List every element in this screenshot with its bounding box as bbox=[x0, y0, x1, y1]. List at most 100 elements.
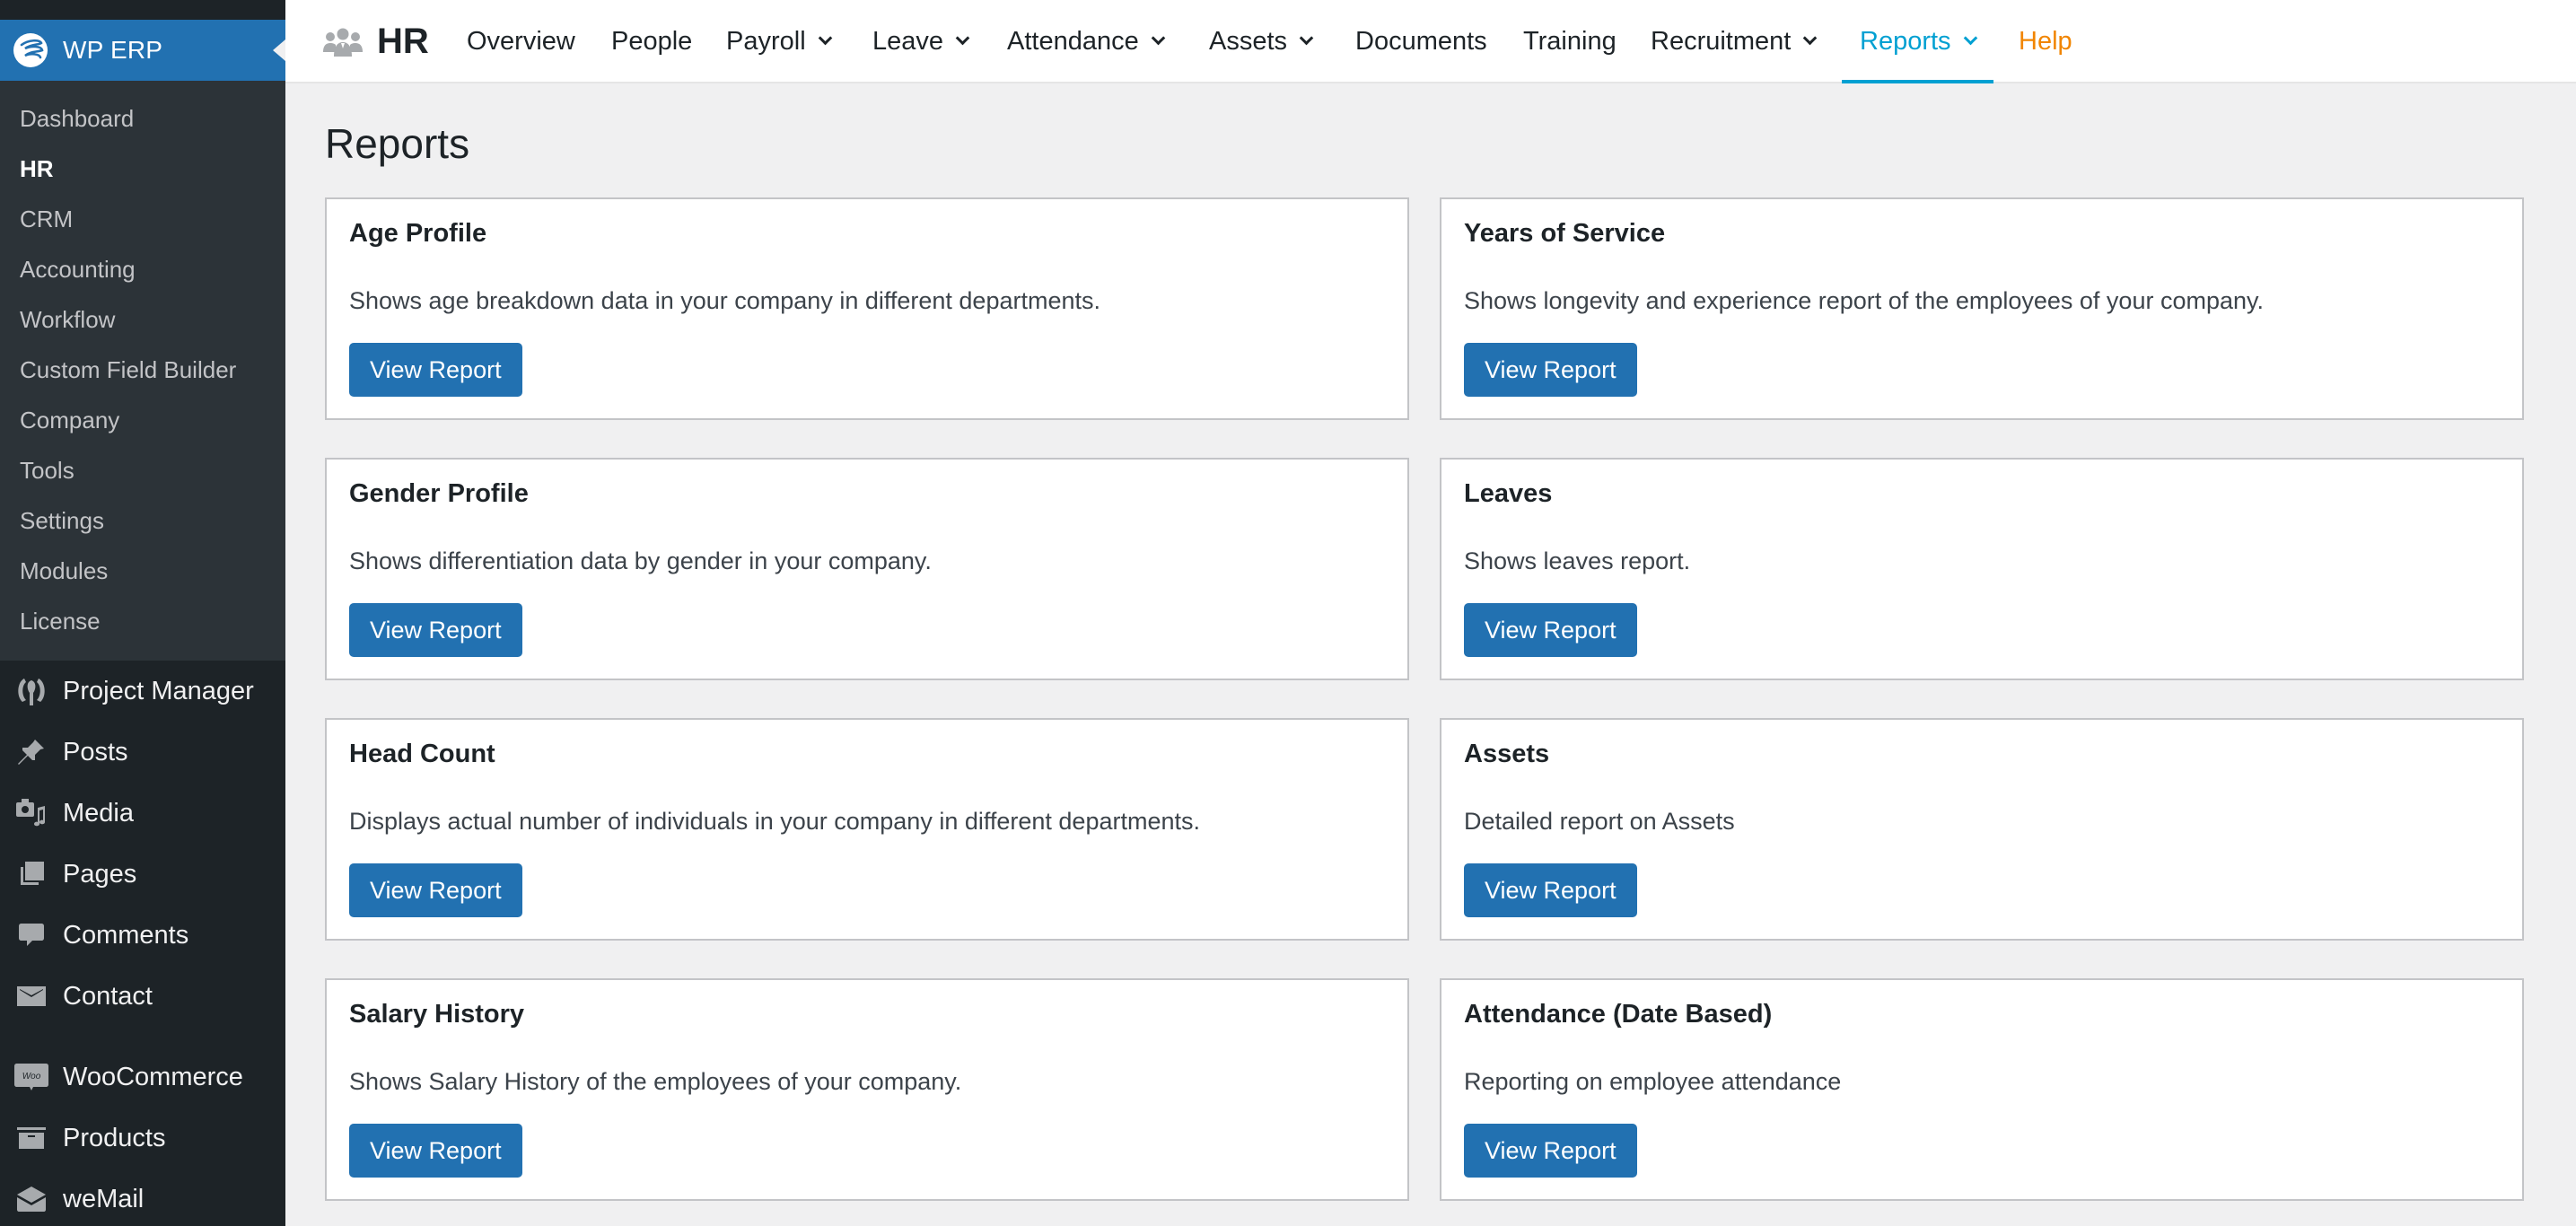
sidebar-item-comments[interactable]: Comments bbox=[0, 905, 285, 966]
sidebar-item-products[interactable]: Products bbox=[0, 1108, 285, 1169]
sidebar-item-label: WooCommerce bbox=[63, 1062, 243, 1091]
view-report-button[interactable]: View Report bbox=[349, 1124, 522, 1178]
nav-help[interactable]: Help bbox=[2019, 0, 2072, 83]
sidebar-item-wemail[interactable]: weMail bbox=[0, 1169, 285, 1226]
nav-assets[interactable]: Assets bbox=[1209, 0, 1314, 83]
report-description: Reporting on employee attendance bbox=[1464, 1068, 1842, 1095]
erp-submenu: Dashboard HR CRM Accounting Workflow Cus… bbox=[0, 81, 285, 661]
nav-label: Documents bbox=[1355, 27, 1487, 56]
view-report-button[interactable]: View Report bbox=[1464, 1124, 1637, 1178]
sidebar-item-label: weMail bbox=[63, 1184, 145, 1213]
report-card-salary-history: Salary History Shows Salary History of t… bbox=[325, 978, 1409, 1201]
admin-sidebar: WP ERP Dashboard HR CRM Accounting Workf… bbox=[0, 0, 285, 1226]
submenu-item-crm[interactable]: CRM bbox=[0, 194, 285, 244]
nav-label: Attendance bbox=[1007, 27, 1139, 56]
sidebar-item-label: Project Manager bbox=[63, 676, 254, 705]
submenu-item-settings[interactable]: Settings bbox=[0, 495, 285, 546]
project-manager-icon bbox=[0, 673, 63, 709]
submenu-item-tools[interactable]: Tools bbox=[0, 445, 285, 495]
sidebar-item-media[interactable]: Media bbox=[0, 783, 285, 844]
submenu-item-modules[interactable]: Modules bbox=[0, 546, 285, 596]
nav-reports[interactable]: Reports bbox=[1842, 0, 1993, 83]
nav-training[interactable]: Training bbox=[1523, 0, 1617, 83]
nav-documents[interactable]: Documents bbox=[1355, 0, 1487, 83]
view-report-button[interactable]: View Report bbox=[1464, 603, 1637, 657]
sidebar-item-label: Posts bbox=[63, 737, 128, 766]
woocommerce-icon: Woo bbox=[0, 1062, 63, 1092]
report-description: Shows age breakdown data in your company… bbox=[349, 287, 1100, 314]
report-card-years-of-service: Years of Service Shows longevity and exp… bbox=[1440, 197, 2524, 420]
view-report-button[interactable]: View Report bbox=[1464, 863, 1637, 917]
nav-leave[interactable]: Leave bbox=[872, 0, 970, 83]
report-title: Salary History bbox=[349, 1000, 525, 1029]
report-card-gender-profile: Gender Profile Shows differentiation dat… bbox=[325, 458, 1409, 680]
hr-top-nav: HR Overview People Payroll Leave Attenda… bbox=[285, 0, 2576, 83]
nav-people[interactable]: People bbox=[611, 0, 692, 83]
nav-overview[interactable]: Overview bbox=[467, 0, 575, 83]
view-report-button[interactable]: View Report bbox=[349, 603, 522, 657]
sidebar-item-label: Pages bbox=[63, 859, 137, 889]
nav-recruitment[interactable]: Recruitment bbox=[1651, 0, 1818, 83]
wemail-icon bbox=[0, 1185, 63, 1213]
report-description: Displays actual number of individuals in… bbox=[349, 808, 1200, 835]
chevron-down-icon bbox=[1299, 31, 1314, 46]
pages-icon bbox=[0, 860, 63, 889]
hr-title: HR bbox=[377, 22, 429, 61]
admin-bar-strip bbox=[0, 0, 285, 20]
report-card-age-profile: Age Profile Shows age breakdown data in … bbox=[325, 197, 1409, 420]
archive-box-icon bbox=[0, 1125, 63, 1152]
submenu-item-dashboard[interactable]: Dashboard bbox=[0, 93, 285, 144]
submenu-item-custom-field-builder[interactable]: Custom Field Builder bbox=[0, 345, 285, 395]
view-report-button[interactable]: View Report bbox=[349, 863, 522, 917]
sidebar-item-posts[interactable]: Posts bbox=[0, 722, 285, 783]
admin-main-menu: Project Manager Posts Media Pages Commen… bbox=[0, 661, 285, 1226]
sidebar-item-wp-erp[interactable]: WP ERP bbox=[0, 20, 285, 81]
report-card-head-count: Head Count Displays actual number of ind… bbox=[325, 718, 1409, 941]
people-group-icon bbox=[323, 28, 363, 57]
envelope-icon bbox=[0, 983, 63, 1010]
nav-payroll[interactable]: Payroll bbox=[726, 0, 832, 83]
nav-label: Leave bbox=[872, 27, 944, 56]
sidebar-item-woocommerce[interactable]: Woo WooCommerce bbox=[0, 1046, 285, 1108]
report-description: Shows longevity and experience report of… bbox=[1464, 287, 2264, 314]
report-title: Years of Service bbox=[1464, 219, 1666, 248]
sidebar-item-label: Products bbox=[63, 1123, 166, 1152]
submenu-item-accounting[interactable]: Accounting bbox=[0, 244, 285, 294]
report-description: Detailed report on Assets bbox=[1464, 808, 1735, 835]
nav-label: Assets bbox=[1209, 27, 1288, 56]
sidebar-item-label: Contact bbox=[63, 981, 153, 1011]
view-report-button[interactable]: View Report bbox=[1464, 343, 1637, 397]
nav-label: Training bbox=[1523, 27, 1617, 56]
sidebar-item-project-manager[interactable]: Project Manager bbox=[0, 661, 285, 722]
report-card-leaves: Leaves Shows leaves report. View Report bbox=[1440, 458, 2524, 680]
nav-attendance[interactable]: Attendance bbox=[1007, 0, 1166, 83]
chevron-down-icon bbox=[1803, 31, 1818, 46]
current-menu-arrow bbox=[273, 39, 285, 61]
svg-text:Woo: Woo bbox=[22, 1072, 41, 1082]
hr-brand: HR bbox=[321, 0, 429, 83]
nav-label: Help bbox=[2019, 27, 2072, 56]
media-icon bbox=[0, 797, 63, 829]
report-title: Attendance (Date Based) bbox=[1464, 1000, 1773, 1029]
sidebar-item-pages[interactable]: Pages bbox=[0, 844, 285, 905]
report-title: Head Count bbox=[349, 740, 495, 768]
nav-label: Payroll bbox=[726, 27, 806, 56]
submenu-item-license[interactable]: License bbox=[0, 596, 285, 646]
report-title: Gender Profile bbox=[349, 479, 529, 508]
page-title: Reports bbox=[325, 120, 470, 167]
sidebar-item-label: WP ERP bbox=[63, 36, 163, 64]
report-description: Shows Salary History of the employees of… bbox=[349, 1068, 962, 1095]
chevron-down-icon bbox=[955, 31, 970, 46]
submenu-item-company[interactable]: Company bbox=[0, 395, 285, 445]
report-card-attendance-date-based: Attendance (Date Based) Reporting on emp… bbox=[1440, 978, 2524, 1201]
submenu-item-workflow[interactable]: Workflow bbox=[0, 294, 285, 345]
nav-label: People bbox=[611, 27, 693, 56]
report-title: Age Profile bbox=[349, 219, 487, 248]
report-description: Shows leaves report. bbox=[1464, 547, 1691, 574]
sidebar-item-contact[interactable]: Contact bbox=[0, 966, 285, 1027]
view-report-button[interactable]: View Report bbox=[349, 343, 522, 397]
chevron-down-icon bbox=[818, 31, 832, 46]
pushpin-icon bbox=[0, 736, 63, 768]
report-card-assets: Assets Detailed report on Assets View Re… bbox=[1440, 718, 2524, 941]
submenu-item-hr[interactable]: HR bbox=[0, 144, 285, 194]
